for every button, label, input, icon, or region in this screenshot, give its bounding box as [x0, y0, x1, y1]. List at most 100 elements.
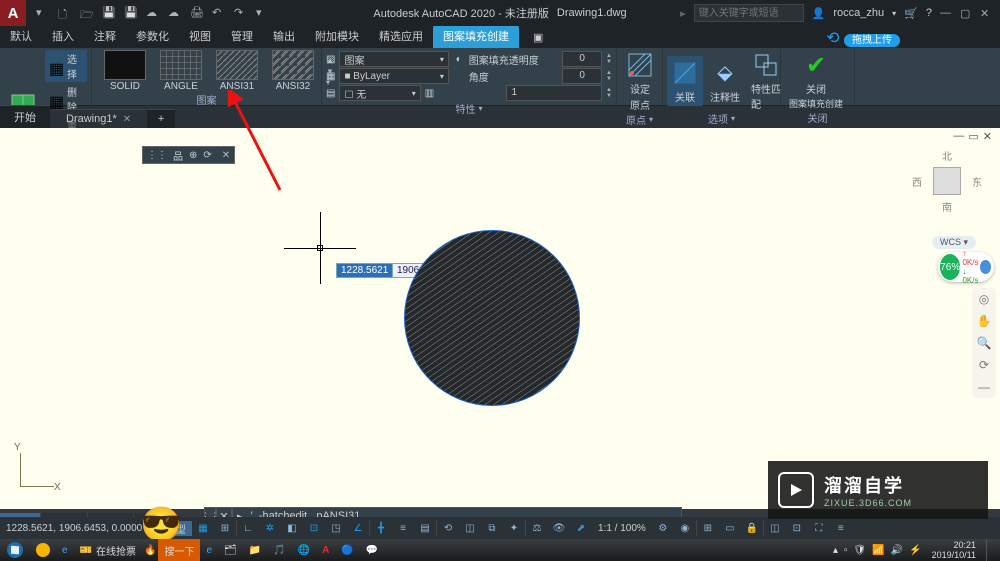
undo-icon[interactable]: ↶: [212, 6, 226, 20]
task-360[interactable]: [30, 539, 56, 561]
grid-toggle[interactable]: ▦: [192, 518, 214, 538]
pattern-solid[interactable]: SOLID: [100, 50, 150, 92]
web-save-icon[interactable]: ☁: [168, 6, 182, 20]
ft-close-icon[interactable]: ✕: [222, 150, 230, 161]
annovis-toggle[interactable]: 👁: [548, 518, 570, 538]
otrack-toggle[interactable]: ∠: [347, 518, 369, 538]
transparency-stepper[interactable]: ▲▼: [606, 53, 612, 65]
hatched-circle[interactable]: [404, 230, 580, 406]
upload-button[interactable]: 拖拽上传: [844, 34, 900, 47]
angle-value[interactable]: 0: [562, 68, 602, 84]
drawing-canvas[interactable]: — ▭ ✕ ⋮⋮ 品 ⊕ ⟳ ✕ 1228.5621 1906.6453 Y X…: [0, 128, 1000, 509]
select-button[interactable]: ▦选择: [45, 50, 87, 82]
appstore-icon[interactable]: 🛒: [904, 7, 918, 20]
task-flame[interactable]: 🔥: [142, 539, 158, 561]
viewport-maximize-icon[interactable]: ▭: [968, 130, 978, 143]
viewcube-face[interactable]: [933, 167, 961, 195]
task-folder[interactable]: 📁: [243, 539, 267, 561]
tray-battery-icon[interactable]: ⚡: [909, 545, 921, 556]
lock-ui-icon[interactable]: 🔒: [741, 518, 763, 538]
tray-network-icon[interactable]: 📶: [872, 545, 884, 556]
task-ticket[interactable]: 🎫在线抢票: [74, 539, 142, 561]
new-icon[interactable]: 🗋: [58, 6, 72, 20]
nav-showhide-icon[interactable]: —: [978, 380, 990, 394]
task-browser[interactable]: 🌐: [292, 539, 316, 561]
set-origin-button[interactable]: 设定 原点: [621, 50, 659, 112]
viewcube-east[interactable]: 东: [972, 174, 982, 189]
nav-pan-icon[interactable]: ✋: [977, 314, 992, 328]
signin-icon[interactable]: 👤: [812, 7, 826, 20]
pattern-ansi31[interactable]: ANSI31: [212, 50, 262, 92]
tab-default[interactable]: 默认: [0, 25, 42, 48]
osnap-toggle[interactable]: ⊡: [303, 518, 325, 538]
task-autocad[interactable]: A: [316, 539, 335, 561]
annoscale-icon[interactable]: ⚖: [526, 518, 548, 538]
transparency-value[interactable]: 0: [562, 51, 602, 67]
network-monitor-widget[interactable]: 76% ↑ 0K/s ↓ 0K/s: [938, 252, 994, 282]
tab-close-icon[interactable]: ✕: [123, 114, 131, 125]
annotative-button[interactable]: ⬙ 注释性: [706, 58, 744, 104]
tab-annotate[interactable]: 注释: [84, 25, 126, 48]
tab-parametric[interactable]: 参数化: [126, 25, 179, 48]
search-input[interactable]: [694, 4, 804, 22]
task-ie2[interactable]: e: [200, 539, 218, 561]
pattern-ansi32[interactable]: ANSI32: [268, 50, 318, 92]
match-props-button[interactable]: 特性匹配: [747, 50, 785, 111]
hardware-accel-icon[interactable]: ⊡: [786, 518, 808, 538]
scale-value[interactable]: 1: [506, 85, 602, 101]
status-scale[interactable]: 1:1 / 100%: [592, 523, 652, 534]
customize-button[interactable]: ≡: [830, 518, 852, 538]
tab-view[interactable]: 视图: [179, 25, 221, 48]
task-ie[interactable]: e: [56, 539, 74, 561]
hatch-bg-select[interactable]: ☐ 无▾: [339, 85, 420, 101]
nav-orbit-icon[interactable]: ⟳: [979, 358, 989, 372]
print-icon[interactable]: 🖨: [190, 6, 204, 20]
task-wechat[interactable]: 💬: [360, 539, 384, 561]
dynamic-input-x[interactable]: 1228.5621: [336, 263, 393, 278]
viewcube-west[interactable]: 西: [912, 174, 922, 189]
menu-icon[interactable]: ▾: [36, 6, 50, 20]
isolate-button[interactable]: ◫: [764, 518, 786, 538]
tray-flag-icon[interactable]: ▫: [844, 545, 848, 556]
polar-toggle[interactable]: ✲: [259, 518, 281, 538]
qat-more-icon[interactable]: ▾: [256, 6, 270, 20]
tab-output[interactable]: 输出: [263, 25, 305, 48]
nav-zoom-icon[interactable]: 🔍: [977, 336, 992, 350]
floating-toolbar[interactable]: ⋮⋮ 品 ⊕ ⟳ ✕: [142, 146, 235, 164]
close-hatch-button[interactable]: ✔ 关闭 图案填充创建: [785, 50, 847, 110]
tab-featured[interactable]: 精选应用: [369, 25, 433, 48]
help-icon[interactable]: ?: [926, 7, 932, 19]
ft-icon-3[interactable]: ⟳: [203, 150, 211, 161]
task-explorer[interactable]: 🗂: [218, 539, 243, 561]
gizmo-toggle[interactable]: ✦: [503, 518, 525, 538]
show-desktop[interactable]: [986, 539, 994, 561]
filter-toggle[interactable]: ⧉: [481, 518, 503, 538]
pattern-angle[interactable]: ANGLE: [156, 50, 206, 92]
tray-expand-icon[interactable]: ▴: [833, 545, 838, 556]
open-icon[interactable]: 🗁: [80, 6, 94, 20]
ortho-toggle[interactable]: ∟: [237, 518, 259, 538]
wcs-badge[interactable]: WCS ▾: [932, 236, 976, 249]
transparency-toggle[interactable]: ▤: [414, 518, 436, 538]
cycling-toggle[interactable]: ⟲: [437, 518, 459, 538]
task-search[interactable]: 搜一下: [158, 539, 200, 561]
minimize-icon[interactable]: —: [940, 7, 952, 19]
hatch-type-select[interactable]: 图案▾: [339, 51, 448, 67]
task-music[interactable]: 🎵: [267, 539, 291, 561]
share-icon[interactable]: ⟲: [826, 30, 839, 47]
ft-handle-icon[interactable]: ⋮⋮: [147, 150, 167, 161]
tray-volume-icon[interactable]: 🔊: [891, 545, 903, 556]
3dosnap-toggle[interactable]: ◳: [325, 518, 347, 538]
angle-stepper[interactable]: ▲▼: [606, 70, 612, 82]
network-settings-icon[interactable]: [980, 260, 991, 274]
viewcube[interactable]: 北 西 东 南: [912, 148, 982, 214]
tab-hatch-creation[interactable]: 图案填充创建: [433, 25, 519, 48]
workspace-button[interactable]: ⚙: [652, 518, 674, 538]
viewport-minimize-icon[interactable]: —: [953, 130, 964, 143]
lineweight-toggle[interactable]: ≡: [392, 518, 414, 538]
dyninput-toggle[interactable]: ╋: [370, 518, 392, 538]
viewcube-north[interactable]: 北: [912, 148, 982, 163]
task-chrome[interactable]: 🔵: [335, 539, 359, 561]
tab-collapse[interactable]: ▣: [523, 28, 553, 48]
associative-button[interactable]: 关联: [667, 56, 703, 106]
